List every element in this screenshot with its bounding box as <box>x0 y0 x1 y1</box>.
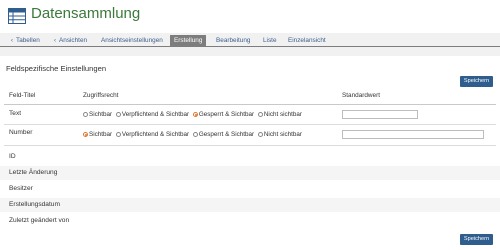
default-value-input[interactable] <box>342 110 418 119</box>
tab-label: Ansichten <box>59 37 88 44</box>
field-title: Text <box>9 110 22 117</box>
column-header-default: Standardwert <box>342 92 381 99</box>
chevron-left-icon: ‹ <box>11 38 13 44</box>
radio-verpflichtend-sichtbar[interactable]: Verpflichtend & Sichtbar <box>115 111 190 118</box>
page-title: Datensammlung <box>31 5 141 22</box>
meta-field-title: Erstellungsdatum <box>9 201 60 208</box>
meta-row: Letzte Änderung <box>0 166 500 180</box>
save-button-bottom[interactable]: Speichern <box>460 234 493 245</box>
radio-label: Gesperrt & Sichtbar <box>198 111 255 118</box>
row-divider <box>4 145 496 146</box>
radio-gesperrt-sichtbar[interactable]: Gesperrt & Sichtbar <box>192 111 255 118</box>
meta-row: Besitzer <box>0 182 500 196</box>
radio-label: Gesperrt & Sichtbar <box>198 131 255 138</box>
radio-icon <box>83 112 88 117</box>
access-radio-group: Sichtbar Verpflichtend & Sichtbar Gesper… <box>83 111 304 120</box>
meta-field-title: ID <box>9 153 16 160</box>
meta-field-title: Letzte Änderung <box>9 169 58 176</box>
radio-label: Sichtbar <box>89 111 113 118</box>
column-header-access: Zugriffsrecht <box>83 92 119 99</box>
tab-label: Bearbeitung <box>216 37 251 44</box>
tab-label: Einzelansicht <box>288 37 326 44</box>
radio-sichtbar[interactable]: Sichtbar <box>83 111 112 118</box>
radio-nicht-sichtbar[interactable]: Nicht sichtbar <box>257 111 303 118</box>
section-title: Feldspezifische Einstellungen <box>6 64 107 73</box>
app-header: Datensammlung <box>0 0 500 33</box>
default-value-input[interactable] <box>342 130 484 139</box>
meta-field-title: Besitzer <box>9 185 33 192</box>
tab-divider <box>0 46 500 47</box>
tab-bar: ‹ Tabellen ‹ Ansichten Ansichtseinstellung… <box>0 33 500 47</box>
table-icon <box>8 8 26 24</box>
save-button[interactable]: Speichern <box>460 76 493 87</box>
radio-selected-icon <box>192 112 198 117</box>
tab-label: Tabellen <box>16 37 40 44</box>
tab-label: Erstellung <box>174 37 203 44</box>
radio-icon <box>115 132 121 137</box>
meta-row: Erstellungsdatum <box>0 198 500 212</box>
radio-sichtbar[interactable]: Sichtbar <box>83 131 112 138</box>
field-title: Number <box>9 129 33 136</box>
chevron-left-icon: ‹ <box>54 38 56 44</box>
radio-icon <box>192 132 198 137</box>
radio-icon <box>257 132 263 137</box>
radio-label: Verpflichtend & Sichtbar <box>121 131 190 138</box>
radio-label: Verpflichtend & Sichtbar <box>121 111 190 118</box>
radio-icon <box>257 112 263 117</box>
meta-row: Zuletzt geändert von <box>0 214 500 228</box>
radio-selected-icon <box>83 132 88 137</box>
tab-label: Ansichtseinstellungen <box>101 37 163 44</box>
radio-verpflichtend-sichtbar[interactable]: Verpflichtend & Sichtbar <box>115 131 190 138</box>
radio-icon <box>115 112 121 117</box>
row-divider <box>4 124 496 125</box>
access-radio-group: Sichtbar Verpflichtend & Sichtbar Gesper… <box>83 131 304 140</box>
radio-label: Nicht sichtbar <box>263 131 303 138</box>
radio-label: Sichtbar <box>89 131 113 138</box>
column-header-field: Feld-Titel <box>9 92 36 99</box>
tab-label: Liste <box>263 37 277 44</box>
radio-gesperrt-sichtbar[interactable]: Gesperrt & Sichtbar <box>192 131 255 138</box>
header-divider <box>4 104 496 105</box>
radio-nicht-sichtbar[interactable]: Nicht sichtbar <box>257 131 303 138</box>
meta-row: ID <box>0 150 500 164</box>
meta-field-title: Zuletzt geändert von <box>9 217 70 224</box>
radio-label: Nicht sichtbar <box>263 111 303 118</box>
